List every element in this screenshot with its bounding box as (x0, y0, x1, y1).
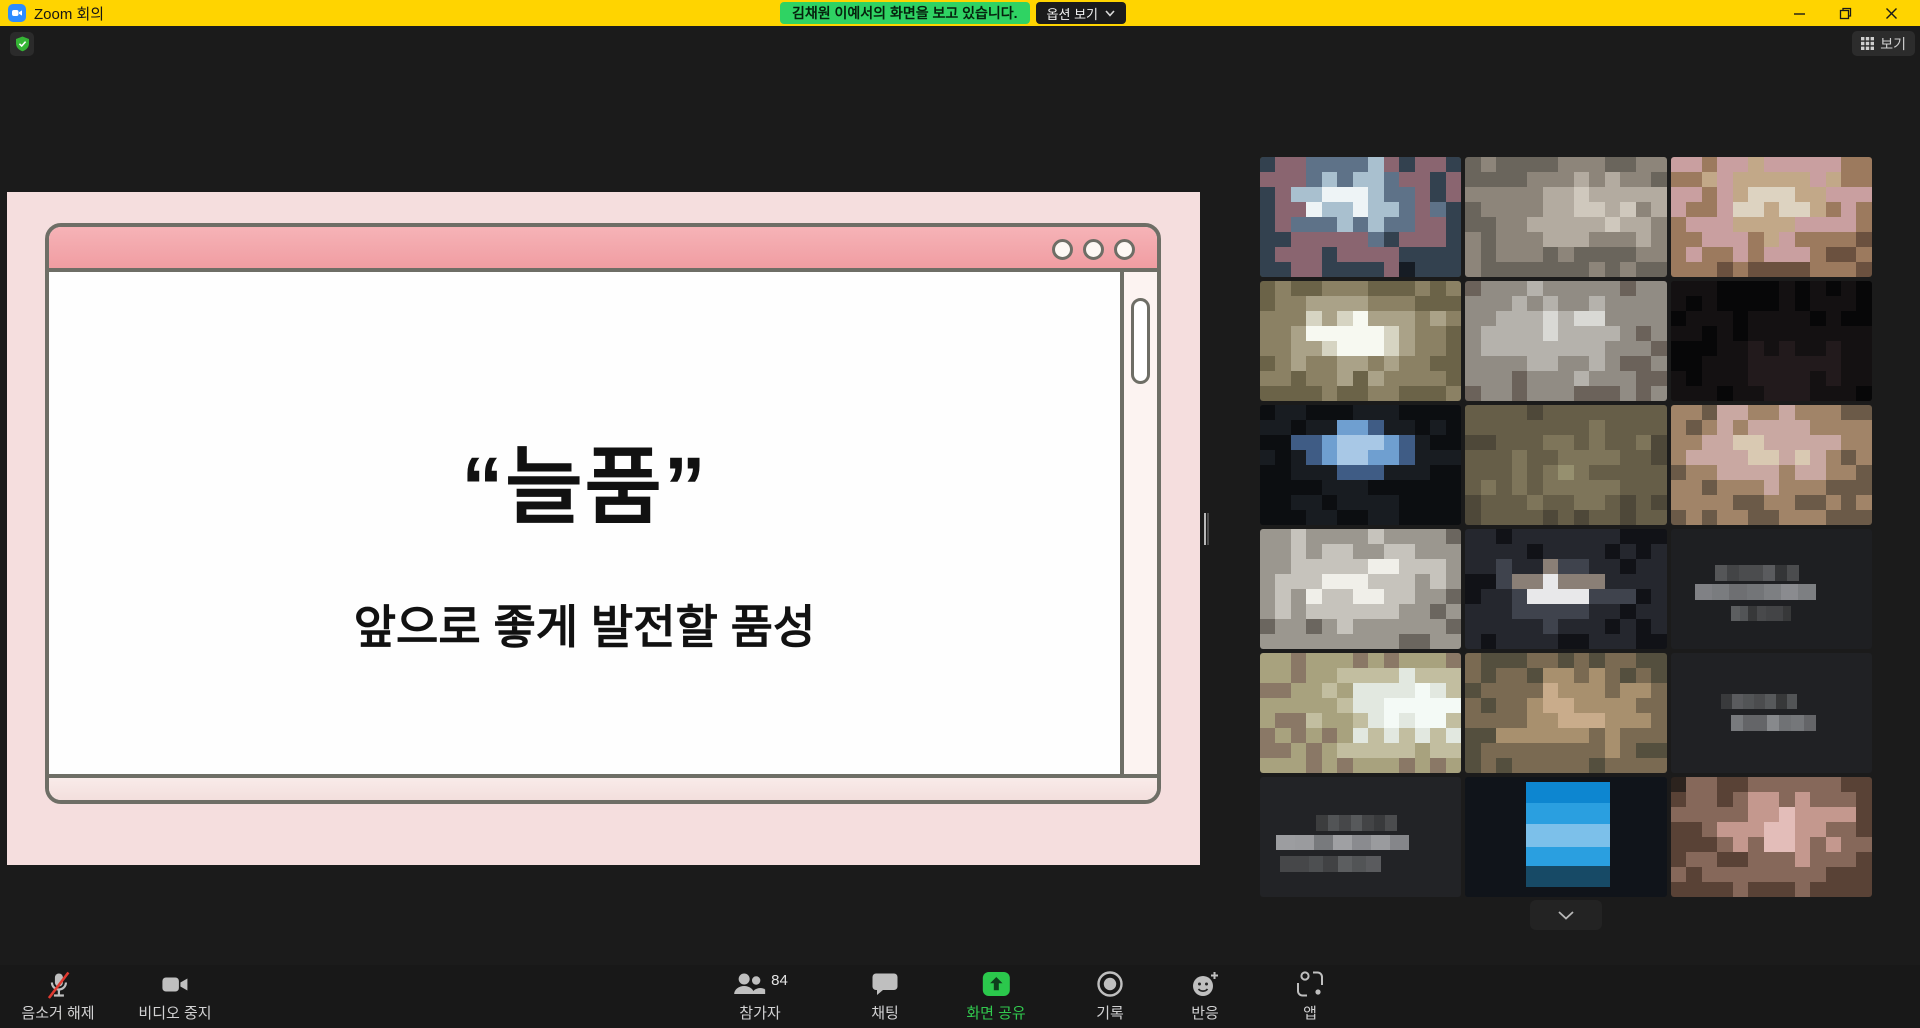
video-tile-r4c1[interactable] (1260, 529, 1461, 649)
view-button[interactable]: 보기 (1852, 31, 1915, 56)
slide-frame-scrollbar (1120, 272, 1157, 774)
title-bar: Zoom 회의 김채원 이예서의 화면을 보고 있습니다. 옵션 보기 (0, 0, 1920, 26)
participant-video-gallery (1260, 157, 1872, 897)
reactions-smiley-icon (1190, 970, 1220, 999)
record-icon (1096, 970, 1124, 998)
video-tile-r6c3[interactable] (1671, 777, 1872, 897)
record-button[interactable]: 기록 (1096, 970, 1124, 1023)
video-tile-r4c3[interactable] (1671, 529, 1872, 649)
participants-icon (732, 970, 766, 998)
video-tile-r4c2[interactable] (1465, 529, 1666, 649)
slide-browser-frame-illustration: “늘품” 앞으로 좋게 발전할 품성 (45, 223, 1161, 804)
slide-frame-footer (49, 774, 1157, 800)
frame-dot (1114, 239, 1135, 260)
video-tile-r6c2[interactable] (1465, 777, 1666, 897)
slide-frame-header (49, 227, 1157, 272)
scrollbar-thumb-illustration (1131, 298, 1150, 384)
window-title: Zoom 회의 (34, 3, 104, 24)
video-tile-r6c1[interactable] (1260, 777, 1461, 897)
frame-dot (1052, 239, 1073, 260)
shared-screen-slide: “늘품” 앞으로 좋게 발전할 품성 (7, 192, 1200, 865)
meeting-toolbar: 음소거 해제 비디오 중지 84 (0, 965, 1920, 1028)
chat-label: 채팅 (871, 1002, 899, 1023)
viewing-screen-banner: 김채원 이예서의 화면을 보고 있습니다. (780, 2, 1030, 24)
share-screen-icon (981, 970, 1011, 998)
video-tile-r1c3[interactable] (1671, 157, 1872, 277)
stop-video-button[interactable]: 비디오 중지 (138, 970, 211, 1023)
chat-button[interactable]: 채팅 (871, 970, 899, 1023)
close-button[interactable] (1868, 0, 1914, 26)
apps-icon (1296, 970, 1324, 998)
video-tile-r5c3[interactable] (1671, 653, 1872, 773)
panel-resize-handle[interactable] (1204, 513, 1210, 545)
restore-button[interactable] (1822, 0, 1868, 26)
slide-content-area: “늘품” 앞으로 좋게 발전할 품성 (49, 272, 1120, 774)
stop-video-label: 비디오 중지 (138, 1002, 211, 1023)
video-tile-r1c2[interactable] (1465, 157, 1666, 277)
video-tile-r1c1[interactable] (1260, 157, 1461, 277)
video-camera-icon (159, 970, 190, 1001)
shield-icon (15, 36, 30, 52)
unmute-label: 음소거 해제 (21, 1002, 94, 1023)
window-controls (1776, 0, 1914, 26)
video-tile-r5c1[interactable] (1260, 653, 1461, 773)
participants-count: 84 (771, 972, 788, 989)
slide-subtitle: 앞으로 좋게 발전할 품성 (354, 591, 816, 657)
chevron-down-icon (1105, 10, 1115, 17)
record-label: 기록 (1096, 1002, 1124, 1023)
video-tile-r2c1[interactable] (1260, 281, 1461, 401)
slide-title: “늘품” (461, 420, 708, 541)
frame-dot (1083, 239, 1104, 260)
muted-microphone-icon (42, 970, 74, 1001)
security-badge[interactable] (10, 32, 34, 56)
video-tile-r2c2[interactable] (1465, 281, 1666, 401)
apps-label: 앱 (1303, 1002, 1317, 1023)
video-tile-r3c3[interactable] (1671, 405, 1872, 525)
video-tile-r5c2[interactable] (1465, 653, 1666, 773)
view-options-button[interactable]: 옵션 보기 (1036, 2, 1126, 24)
gallery-collapse-button[interactable] (1530, 900, 1602, 930)
zoom-logo-icon (8, 4, 26, 22)
unmute-button[interactable]: 음소거 해제 (21, 970, 94, 1023)
minimize-button[interactable] (1776, 0, 1822, 26)
reactions-label: 반응 (1191, 1002, 1219, 1023)
zoom-meeting-window: Zoom 회의 김채원 이예서의 화면을 보고 있습니다. 옵션 보기 (0, 0, 1920, 1028)
video-tile-r3c2[interactable] (1465, 405, 1666, 525)
apps-button[interactable]: 앱 (1296, 970, 1324, 1023)
slide-frame-dots (1052, 239, 1135, 260)
participants-label: 참가자 (739, 1002, 780, 1023)
video-tile-r3c1[interactable] (1260, 405, 1461, 525)
banner-text: 김채원 이예서의 화면을 보고 있습니다. (792, 3, 1018, 23)
share-screen-button[interactable]: 화면 공유 (966, 970, 1025, 1023)
share-screen-label: 화면 공유 (966, 1002, 1025, 1023)
chat-bubble-icon (871, 970, 899, 998)
view-button-label: 보기 (1880, 34, 1906, 54)
chevron-down-icon (1558, 911, 1574, 920)
reactions-button[interactable]: 반응 (1190, 970, 1220, 1023)
grid-view-icon (1861, 37, 1874, 50)
video-tile-r2c3[interactable] (1671, 281, 1872, 401)
participants-button[interactable]: 84 참가자 (732, 970, 788, 1023)
